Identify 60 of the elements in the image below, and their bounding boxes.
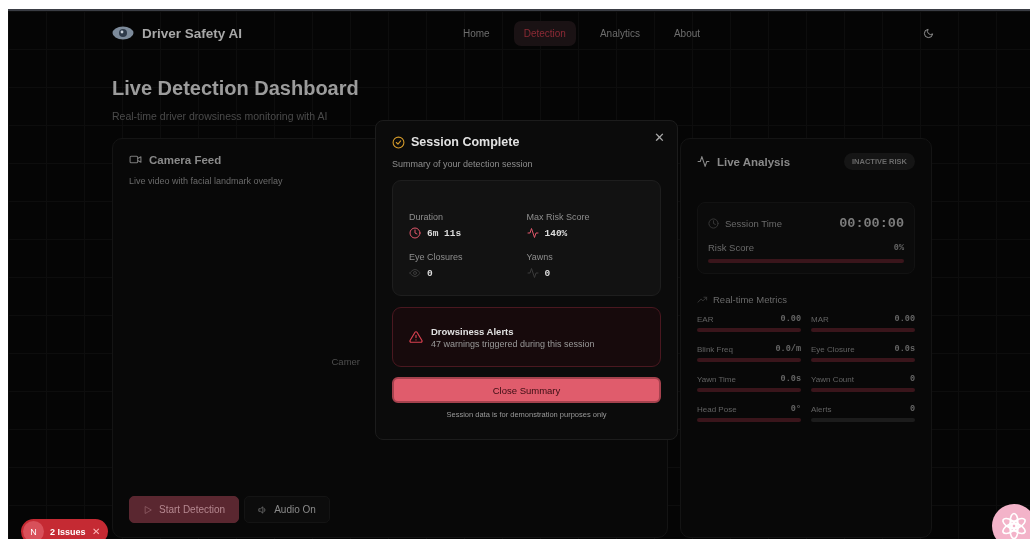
risk-score-value: 0% [893,242,904,253]
eye-logo-icon [112,26,134,40]
card-subtitle: Live video with facial landmark overlay [129,176,284,186]
play-icon [143,504,153,515]
stat-label: Yawns [526,252,554,262]
metric-value: 0 [909,404,915,414]
check-circle-icon [392,135,405,149]
metric-value: 0.0s [780,374,801,384]
brand-name: Driver Safety AI [142,25,243,41]
video-camera-icon [129,153,142,166]
pulse-icon [697,155,710,168]
stat-label: Duration [409,212,445,222]
speaker-icon [258,504,269,515]
metric-value: 0.0/m [775,344,801,354]
nav-tab[interactable]: Detection [513,20,576,46]
trend-icon [697,294,708,305]
nav-tab[interactable]: Home [453,20,500,46]
issues-badge[interactable]: N 2 Issues ✕ [21,519,108,539]
letter-avatar: N [23,521,44,539]
metric-label: Head Pose [697,404,737,414]
warning-icon [409,330,423,344]
audio-button[interactable]: Audio On [244,496,330,523]
clock-icon [708,218,719,229]
metric-label: Alerts [811,404,832,414]
nav-tab[interactable]: About [663,20,711,46]
camera-placeholder-text: Camer [331,355,360,367]
page-title: Live Detection Dashboard [112,77,360,100]
metrics-title: Real-time Metrics [713,294,787,305]
metric-label: Eye Closure [811,344,855,354]
metric-value: 0.0s [894,344,915,354]
session-time-label: Session Time [725,218,783,229]
metric-value: 0 [909,374,915,384]
stat-value: 0 [544,267,551,279]
metric-value: 0° [790,404,801,414]
metric-label: MAR [811,314,829,324]
start-detection-button[interactable]: Start Detection [129,496,240,523]
metric-label: Blink Freq [697,344,733,354]
metric-label: Yawn Time [697,374,736,384]
page-subtitle: Real-time driver drowsiness monitoring with AI [112,110,329,122]
risk-score-label: Risk Score [708,242,754,253]
card-title: Live Analysis [717,155,791,168]
stat-value: 0 [427,267,433,279]
session-time-value: 00:00:00 [839,216,904,231]
dialog-subtitle: Summary of your detection session [392,159,534,169]
stat-label: Max Risk Score [526,212,591,222]
stat-value: 140% [544,227,568,239]
dialog-title: Session Complete [411,135,520,149]
stat-label: Eye Closures [409,252,464,262]
alert-text: 47 warnings triggered during this session [431,338,595,349]
card-title: Camera Feed [149,153,222,166]
metric-value: 0.00 [894,314,915,324]
metric-label: Yawn Count [811,374,854,384]
metric-value: 0.00 [780,314,801,324]
close-summary-button[interactable]: Close Summary [392,377,661,403]
issues-label: 2 Issues [50,526,86,537]
metric-label: EAR [697,314,714,324]
alert-title: Drowsiness Alerts [431,325,515,337]
moon-icon[interactable] [923,27,934,39]
nav-tab[interactable]: Analytics [589,20,650,46]
stat-value: 6m 11s [427,227,462,239]
